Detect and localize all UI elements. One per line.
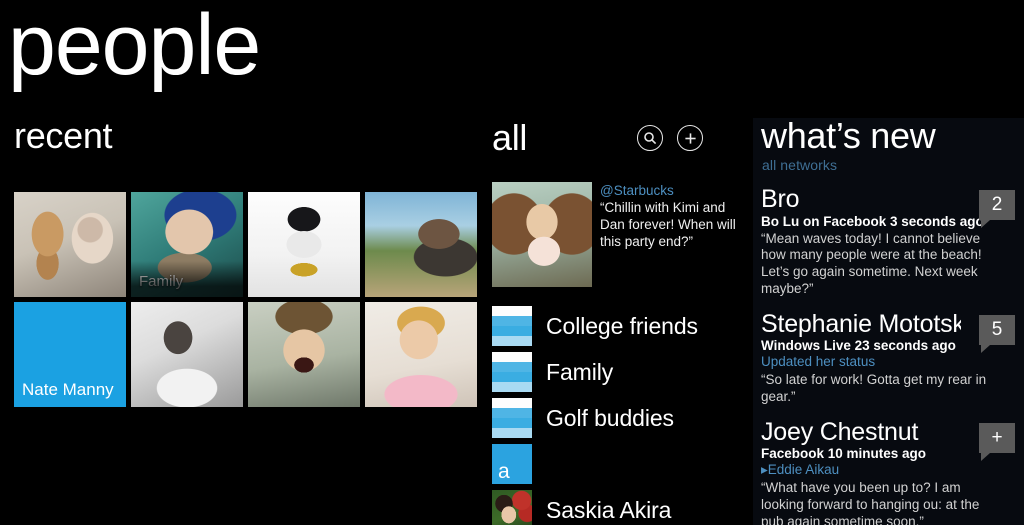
- comment-count-badge[interactable]: 5: [979, 314, 1015, 353]
- search-icon: [643, 131, 656, 144]
- feed-item-action[interactable]: ▸Eddie Aikau: [761, 462, 1017, 479]
- all-action-buttons: [637, 125, 704, 151]
- all-header-row: all: [488, 118, 753, 158]
- recent-tile[interactable]: Nate Manny: [14, 302, 126, 407]
- whats-new-heading: what’s new: [761, 115, 936, 156]
- recent-tile[interactable]: [248, 192, 360, 297]
- recent-tile[interactable]: [365, 302, 477, 407]
- page-title: people: [8, 0, 261, 93]
- recent-heading: recent: [14, 115, 113, 156]
- feed-item-name: Bro: [761, 186, 800, 213]
- letter-tile-a[interactable]: a: [492, 444, 532, 484]
- add-button[interactable]: [677, 125, 704, 151]
- list-item-label: Family: [546, 358, 614, 385]
- recent-tile[interactable]: [14, 192, 126, 297]
- list-item[interactable]: College friends: [492, 303, 750, 349]
- feed-item[interactable]: Joey Chestnut Facebook 10 minutes ago ▸E…: [761, 419, 1017, 525]
- featured-text: @Starbucks “Chillin with Kimi and Dan fo…: [600, 182, 752, 287]
- list-item-label: College friends: [546, 312, 698, 339]
- comment-count-badge[interactable]: 2: [979, 190, 1015, 228]
- panel-whats-new: what’s new all networks Bro Bo Lu on Fac…: [753, 118, 1024, 525]
- recent-tile[interactable]: [365, 192, 477, 297]
- featured-handle: @Starbucks: [600, 183, 674, 198]
- alphabet-jump-row[interactable]: a: [492, 441, 750, 487]
- featured-contact[interactable]: @Starbucks “Chillin with Kimi and Dan fo…: [492, 182, 752, 287]
- feed-item-action: Updated her status: [761, 354, 876, 370]
- whats-new-feed: Bro Bo Lu on Facebook 3 seconds ago “Mea…: [761, 186, 1017, 525]
- group-tile-icon: [492, 306, 532, 346]
- list-item-label: Saskia Akira: [546, 496, 672, 523]
- all-contact-list: College friends Family Golf buddies a Sa…: [492, 303, 750, 525]
- feed-item[interactable]: Bro Bo Lu on Facebook 3 seconds ago “Mea…: [761, 186, 1017, 298]
- feed-item[interactable]: Stephanie Mototsk Windows Live 23 second…: [761, 311, 1017, 406]
- search-button[interactable]: [637, 125, 664, 151]
- feed-item-name: Joey Chestnut: [761, 418, 919, 446]
- list-item[interactable]: Golf buddies: [492, 395, 750, 441]
- tile-label: Nate Manny: [22, 379, 114, 399]
- all-heading: all: [492, 117, 528, 158]
- letter-tile-label: a: [498, 460, 510, 483]
- featured-quote: “Chillin with Kimi and Dan forever! When…: [600, 200, 736, 249]
- recent-tile[interactable]: [131, 302, 243, 407]
- list-item[interactable]: Family: [492, 349, 750, 395]
- tile-label: Family: [139, 273, 184, 291]
- feed-item-name: Stephanie Mototsk: [761, 310, 961, 338]
- recent-tile[interactable]: [248, 302, 360, 407]
- panel-all: all @Starbucks “Chillin with Kimi and Da…: [488, 118, 753, 525]
- plus-icon: [685, 132, 696, 144]
- list-item-label: Golf buddies: [546, 404, 674, 431]
- group-tile-icon: [492, 398, 532, 438]
- network-filter-link[interactable]: all networks: [762, 157, 1024, 173]
- recent-tile[interactable]: Family: [131, 192, 243, 297]
- comment-count-badge[interactable]: +: [979, 422, 1015, 461]
- panel-recent: recent Family Nate Manny: [10, 118, 480, 525]
- list-item[interactable]: Saskia Akira: [492, 487, 750, 525]
- feed-item-body: “What have you been up to? I am looking …: [761, 480, 980, 525]
- group-tile-icon: [492, 352, 532, 392]
- people-hub: people recent Family Nate Manny all @Sta…: [0, 0, 1024, 525]
- feed-item-body: “Mean waves today! I cannot believe how …: [761, 230, 982, 296]
- recent-tile-grid: Family Nate Manny: [14, 192, 477, 407]
- contact-avatar: [492, 490, 532, 525]
- featured-avatar: [492, 182, 592, 287]
- feed-item-body: “So late for work! Gotta get my rear in …: [761, 372, 987, 404]
